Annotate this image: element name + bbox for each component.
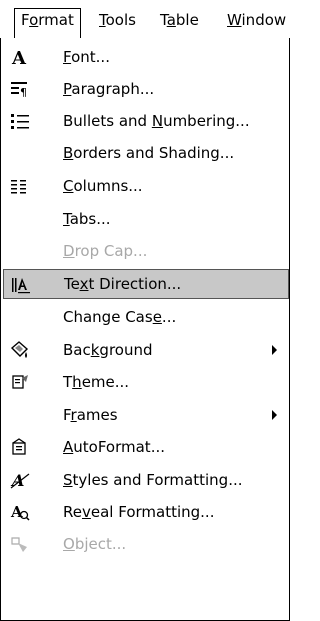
menu-table-label: T	[160, 11, 167, 29]
menu-bar: Format Tools Table Window	[0, 0, 296, 39]
font-icon: A	[9, 47, 31, 69]
menu-item-styles-formatting[interactable]: A Styles and Formatting...	[1, 465, 289, 495]
menu-item-label: Styles and Formatting...	[63, 471, 243, 489]
menu-item-label: Borders and Shading...	[63, 144, 235, 162]
svg-text:¶: ¶	[20, 86, 27, 99]
menu-item-label: AutoFormat...	[63, 438, 165, 456]
menu-format[interactable]: Format	[14, 8, 81, 39]
menu-tools-accel: T	[99, 11, 106, 29]
menu-format-label-rest: rmat	[38, 11, 74, 29]
menu-item-label: Columns...	[63, 177, 143, 195]
submenu-arrow-icon	[272, 345, 277, 355]
menu-item-object: Object...	[1, 529, 289, 559]
menu-item-label: Background	[63, 341, 153, 359]
menu-tools-label-rest: ools	[105, 11, 136, 29]
menu-item-reveal-formatting[interactable]: A Reveal Formatting...	[1, 497, 289, 527]
menu-item-drop-cap: Drop Cap...	[1, 236, 289, 266]
menu-item-font[interactable]: A Font...	[1, 42, 289, 72]
menu-table-label-rest: ble	[175, 11, 199, 29]
menu-item-paragraph[interactable]: ¶ Paragraph...	[1, 74, 289, 104]
menu-item-theme[interactable]: Theme...	[1, 367, 289, 397]
menu-window-accel: W	[227, 11, 242, 29]
menu-item-tabs[interactable]: Tabs...	[1, 204, 289, 234]
menu-item-frames[interactable]: Frames	[1, 400, 289, 430]
menu-item-label: Theme...	[63, 373, 130, 391]
submenu-arrow-icon	[272, 410, 277, 420]
paragraph-icon: ¶	[9, 79, 31, 99]
object-icon	[9, 534, 31, 554]
svg-text:A: A	[10, 503, 23, 521]
reveal-formatting-icon: A	[9, 502, 31, 522]
menu-item-background[interactable]: Background	[1, 335, 289, 365]
bullets-icon	[9, 111, 31, 131]
menu-item-autoformat[interactable]: AutoFormat...	[1, 432, 289, 462]
columns-icon	[9, 176, 31, 196]
svg-text:A: A	[11, 48, 27, 67]
styles-icon: A	[9, 470, 31, 490]
menu-item-label: Frames	[63, 406, 118, 424]
menu-item-label: Text Direction...	[64, 275, 182, 293]
menu-item-text-direction[interactable]: Text Direction...	[3, 269, 289, 299]
menu-window-label-rest: indow	[241, 11, 287, 29]
menu-item-label: Paragraph...	[63, 80, 155, 98]
format-dropdown-menu: A Font... ¶ Paragraph... Bullets and Num…	[0, 38, 290, 621]
menu-table[interactable]: Table	[154, 9, 205, 31]
menu-item-label: Bullets and Numbering...	[63, 112, 250, 130]
menu-table-accel: a	[166, 11, 176, 29]
autoformat-icon	[9, 437, 31, 457]
menu-item-label: Drop Cap...	[63, 242, 148, 260]
menu-item-label: Change Case...	[63, 308, 177, 326]
theme-icon	[9, 372, 31, 392]
text-direction-icon	[10, 275, 32, 295]
menu-item-label: Font...	[63, 48, 110, 66]
menu-item-label: Reveal Formatting...	[63, 503, 215, 521]
menu-item-columns[interactable]: Columns...	[1, 171, 289, 201]
menu-item-borders-shading[interactable]: Borders and Shading...	[1, 138, 289, 168]
menu-item-change-case[interactable]: Change Case...	[1, 302, 289, 332]
menu-item-label: Object...	[63, 535, 127, 553]
menu-window[interactable]: Window	[221, 9, 292, 31]
menu-format-label: F	[21, 11, 30, 29]
menu-format-accel: o	[29, 11, 39, 29]
menu-item-bullets-numbering[interactable]: Bullets and Numbering...	[1, 106, 289, 136]
menu-item-label: Tabs...	[63, 210, 111, 228]
background-icon	[9, 340, 31, 360]
menu-tools[interactable]: Tools	[93, 9, 142, 31]
